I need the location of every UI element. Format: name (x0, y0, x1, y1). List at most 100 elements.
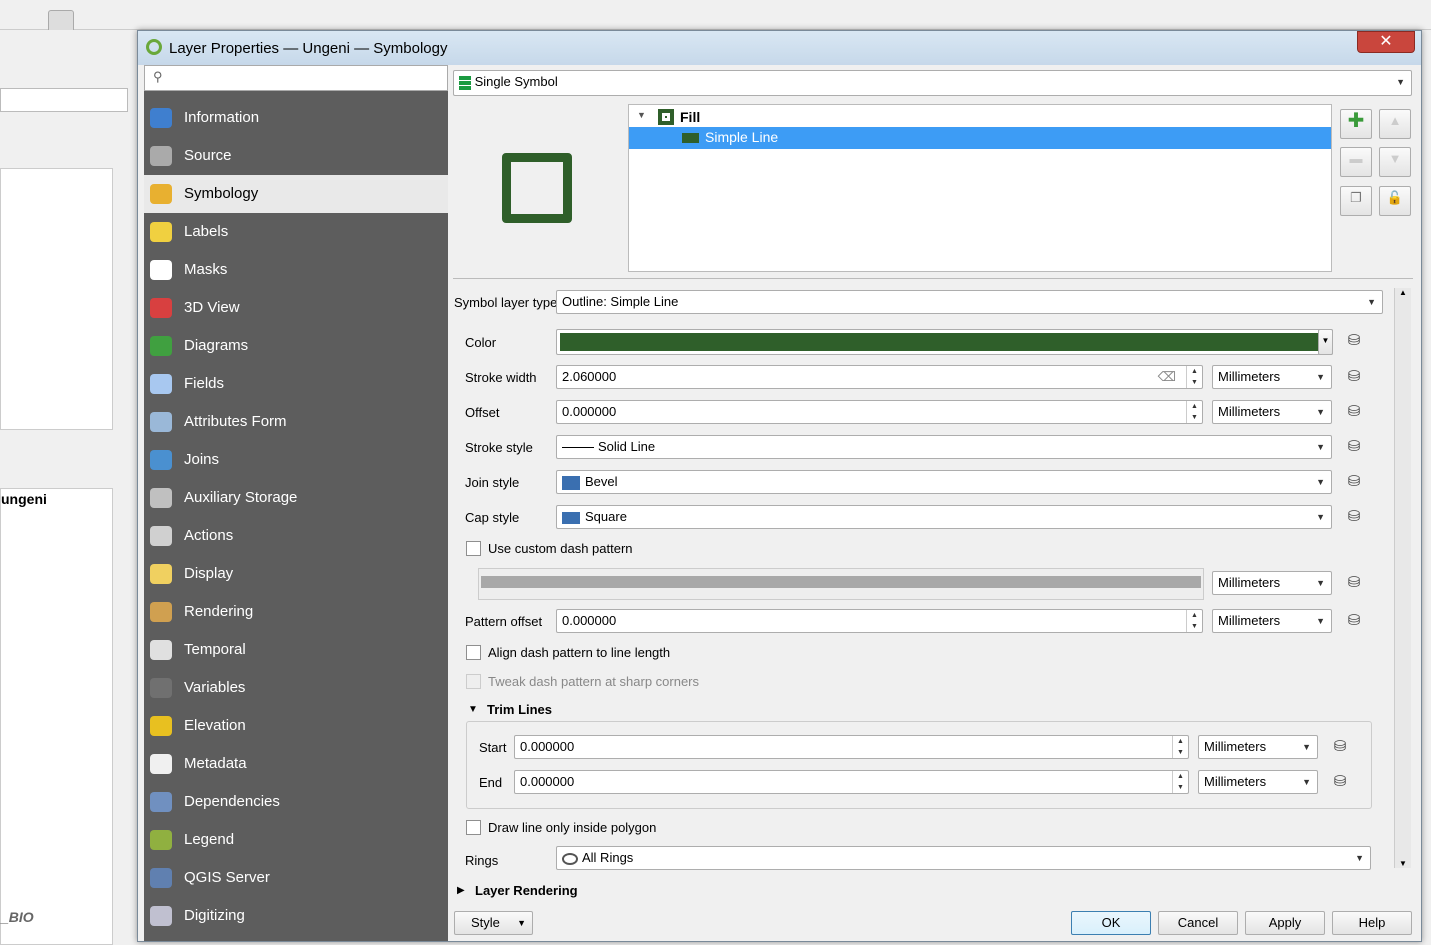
end-label: End (479, 775, 503, 790)
sidebar-item-temporal[interactable]: Temporal (144, 631, 448, 669)
sidebar-item-diagrams[interactable]: Diagrams (144, 327, 448, 365)
browser-tree[interactable] (0, 168, 113, 430)
search-icon: ⚲ (153, 69, 163, 84)
close-button[interactable]: ✕ (1357, 31, 1415, 53)
align-dash-checkbox[interactable] (466, 645, 481, 660)
join-style-label: Join style (465, 475, 520, 490)
end-unit-combo[interactable]: Millimeters ▼ (1198, 770, 1318, 794)
sidebar-item-qgis-server[interactable]: QGIS Server (144, 859, 448, 897)
spin-arrows[interactable]: ▲ ▼ (1186, 366, 1202, 388)
data-defined-override-button[interactable]: ⛁ (1327, 772, 1353, 794)
symbol-layer-type-combo[interactable]: Outline: Simple Line ▼ (556, 290, 1383, 314)
sidebar-item-masks[interactable]: Masks (144, 251, 448, 289)
sidebar-item-legend[interactable]: Legend (144, 821, 448, 859)
data-defined-override-button[interactable]: ⛁ (1341, 437, 1367, 459)
sidebar-item-dependencies[interactable]: Dependencies (144, 783, 448, 821)
sidebar-item-metadata[interactable]: Metadata (144, 745, 448, 783)
tree-item-simple-line[interactable]: Simple Line (629, 127, 1331, 149)
sidebar-item-3d-view[interactable]: 3D View (144, 289, 448, 327)
sidebar-item-fields[interactable]: Fields (144, 365, 448, 403)
collapse-icon[interactable]: ▼ (637, 110, 646, 120)
color-dropdown[interactable]: ▼ (1318, 329, 1333, 355)
layer-tree[interactable]: ungeni _BIO (0, 488, 113, 945)
display-icon (150, 564, 172, 584)
offset-unit-combo[interactable]: Millimeters ▼ (1212, 400, 1332, 424)
sidebar-item-source[interactable]: Source (144, 137, 448, 175)
sidebar-item-actions[interactable]: Actions (144, 517, 448, 555)
spinbox-value: 2.060000 (562, 369, 617, 384)
spin-arrows[interactable]: ▲ ▼ (1186, 610, 1202, 632)
tweak-dash-checkbox[interactable] (466, 674, 481, 689)
ok-button[interactable]: OK (1071, 911, 1151, 935)
dash-unit-combo[interactable]: Millimeters ▼ (1212, 571, 1332, 595)
draw-inside-checkbox[interactable] (466, 820, 481, 835)
dialog-title: Layer Properties — Ungeni — Symbology (169, 40, 448, 57)
custom-dash-checkbox[interactable] (466, 541, 481, 556)
clear-icon[interactable]: ⌫ (1158, 366, 1176, 388)
sidebar-item-labels[interactable]: Labels (144, 213, 448, 251)
expand-icon[interactable]: ▶ (457, 885, 465, 896)
data-defined-override-button[interactable]: ⛁ (1341, 367, 1367, 389)
remove-layer-button[interactable]: ▬ (1340, 147, 1372, 177)
scrollbar[interactable]: ▲ ▼ (1394, 288, 1411, 868)
spin-arrows[interactable]: ▲ ▼ (1172, 771, 1188, 793)
spin-arrows[interactable]: ▲ ▼ (1186, 401, 1202, 423)
renderer-combo[interactable]: Single Symbol ▼ (453, 70, 1412, 96)
stroke-width-label: Stroke width (465, 370, 537, 385)
stroke-width-input[interactable]: 2.060000 ⌫ ▲ ▼ (556, 365, 1203, 389)
data-defined-override-button[interactable]: ⛁ (1341, 472, 1367, 494)
sidebar-item-label: Symbology (184, 185, 259, 202)
sidebar-item-symbology[interactable]: Symbology (144, 175, 448, 213)
spinbox-value: 0.000000 (562, 613, 617, 628)
add-layer-button[interactable]: ✚ (1340, 109, 1372, 139)
move-up-button[interactable]: ▲ (1379, 109, 1411, 139)
sidebar-item-display[interactable]: Display (144, 555, 448, 593)
data-defined-override-button[interactable]: ⛁ (1341, 507, 1367, 529)
cancel-button[interactable]: Cancel (1158, 911, 1238, 935)
tree-item-fill[interactable]: Fill (680, 109, 700, 125)
pattern-offset-unit-combo[interactable]: Millimeters ▼ (1212, 609, 1332, 633)
rings-combo[interactable]: All Rings ▼ (556, 846, 1371, 870)
help-button[interactable]: Help (1332, 911, 1412, 935)
data-defined-override-button[interactable]: ⛁ (1341, 402, 1367, 424)
data-defined-override-button[interactable]: ⛁ (1341, 611, 1367, 633)
cap-style-combo[interactable]: Square ▼ (556, 505, 1332, 529)
sidebar-item-digitizing[interactable]: Digitizing (144, 897, 448, 935)
sidebar-item-elevation[interactable]: Elevation (144, 707, 448, 745)
spin-arrows[interactable]: ▲ ▼ (1172, 736, 1188, 758)
layer-item[interactable]: _BIO (1, 909, 34, 925)
sidebar-item-rendering[interactable]: Rendering (144, 593, 448, 631)
symbol-layer-tree[interactable]: ▼ Fill Simple Line (628, 104, 1332, 272)
data-defined-override-button[interactable]: ⛁ (1341, 573, 1367, 595)
end-input[interactable]: 0.000000 ▲ ▼ (514, 770, 1189, 794)
sidebar-item-joins[interactable]: Joins (144, 441, 448, 479)
sidebar-item-information[interactable]: Information (144, 99, 448, 137)
apply-button[interactable]: Apply (1245, 911, 1325, 935)
start-input[interactable]: 0.000000 ▲ ▼ (514, 735, 1189, 759)
stroke-width-unit-combo[interactable]: Millimeters ▼ (1212, 365, 1332, 389)
sidebar-item-attributes-form[interactable]: Attributes Form (144, 403, 448, 441)
style-button[interactable]: Style ▼ (454, 911, 533, 935)
sidebar-item-label: Elevation (184, 717, 246, 734)
lock-layer-button[interactable]: 🔓 (1379, 186, 1411, 216)
pattern-offset-input[interactable]: 0.000000 ▲ ▼ (556, 609, 1203, 633)
sidebar-search-input[interactable]: ⚲ (144, 65, 448, 91)
join-style-combo[interactable]: Bevel ▼ (556, 470, 1332, 494)
data-defined-override-button[interactable]: ⛁ (1341, 331, 1367, 353)
offset-input[interactable]: 0.000000 ▲ ▼ (556, 400, 1203, 424)
stroke-style-combo[interactable]: Solid Line ▼ (556, 435, 1332, 459)
duplicate-layer-button[interactable]: ❐ (1340, 186, 1372, 216)
sidebar-item-variables[interactable]: Variables (144, 669, 448, 707)
data-defined-override-button[interactable]: ⛁ (1327, 737, 1353, 759)
collapse-icon[interactable]: ▼ (468, 704, 478, 715)
sidebar-item-label: Temporal (184, 641, 246, 658)
spinbox-value: 0.000000 (562, 404, 617, 419)
color-button[interactable] (556, 329, 1333, 355)
move-down-button[interactable]: ▼ (1379, 147, 1411, 177)
start-unit-combo[interactable]: Millimeters ▼ (1198, 735, 1318, 759)
offset-label: Offset (465, 405, 500, 420)
sidebar-item-auxiliary-storage[interactable]: Auxiliary Storage (144, 479, 448, 517)
layer-item[interactable]: ungeni (1, 491, 47, 507)
dash-pattern-button[interactable] (478, 568, 1204, 600)
layer-filter-input[interactable] (0, 88, 128, 112)
